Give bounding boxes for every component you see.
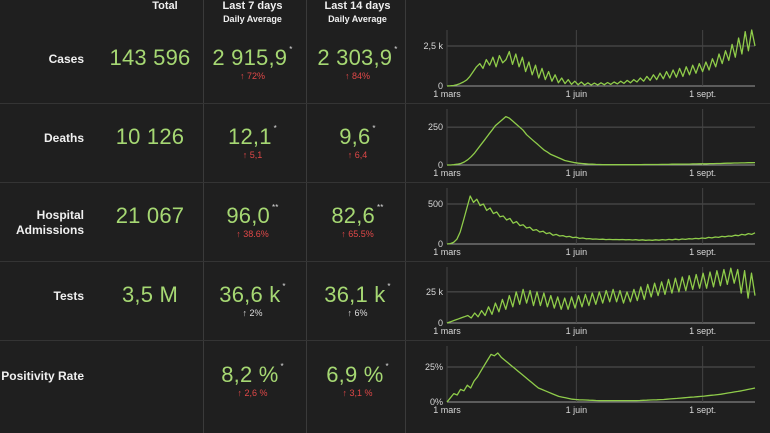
avg7-number: 8,2 % [221, 362, 279, 387]
avg14-number: 9,6 [339, 124, 371, 149]
footnote-mark: * [282, 282, 286, 291]
footnote-mark: * [280, 362, 284, 371]
x-tick-label: 1 mars [433, 168, 461, 178]
avg7-value: 12,1 * [205, 124, 300, 150]
avg14-value: 6,9 % * [310, 362, 405, 388]
cases-chart: 02,5 k1 mars 1 juin 1 sept. [423, 29, 756, 99]
avg7-change: ↑ 5,1 [242, 150, 263, 160]
avg14-value: 36,1 k * [310, 282, 405, 308]
y-tick-label: 500 [428, 199, 443, 209]
avg7-change: ↑ 2,6 % [237, 388, 268, 398]
avg7-number: 36,6 k [219, 282, 281, 307]
footnote-mark: * [385, 362, 389, 371]
total-value: 3,5 M [121, 282, 179, 307]
x-tick-label: 1 sept. [689, 168, 716, 178]
x-tick-label: 1 juin [566, 405, 588, 415]
avg14-number: 36,1 k [324, 282, 386, 307]
y-tick-label: 2,5 k [423, 41, 443, 51]
total-value: 143 596 [109, 45, 191, 70]
row-label-line: Hospital [36, 208, 84, 222]
x-tick-label: 1 mars [433, 405, 461, 415]
avg7-number: 2 915,9 [212, 45, 288, 70]
row-label-line: Cases [48, 52, 84, 66]
row-deaths: Deaths 10 126 12,1 * ↑ 5,1 9,6 * ↑ 6,4 0 25… [0, 103, 770, 182]
avg14-number: 6,9 % [326, 362, 384, 387]
hospital-admissions-chart: 05001 mars 1 juin 1 sept. [428, 188, 756, 257]
x-tick-label: 1 juin [566, 89, 588, 99]
x-tick-label: 1 juin [566, 247, 588, 257]
avg7-change: ↑ 2% [242, 308, 263, 318]
series-line [446, 195, 756, 245]
x-tick-label: 1 juin [566, 168, 588, 178]
row-label: Cases [49, 52, 84, 67]
row-label-line: Admissions [15, 223, 84, 237]
series-line [446, 267, 756, 324]
row-label-line: Positivity Rate [1, 369, 84, 383]
avg14-number: 82,6 [331, 203, 375, 228]
row-label: Deaths [44, 131, 84, 146]
avg14-value: 9,6 * [310, 124, 405, 150]
row-tests: Tests 3,5 M 36,6 k * ↑ 2% 36,1 k * ↑ 6% 02… [0, 261, 770, 340]
footnote-mark: * [289, 45, 293, 54]
footnote-mark: ** [376, 203, 384, 212]
y-tick-label: 25% [425, 362, 443, 372]
header-total: Total [120, 0, 210, 13]
avg7-change: ↑ 38.6% [236, 229, 269, 239]
avg14-change: ↑ 3,1 % [342, 388, 373, 398]
avg7-value: 36,6 k * [205, 282, 300, 308]
y-tick-label: 250 [428, 122, 443, 132]
x-tick-label: 1 sept. [689, 326, 716, 336]
avg14-value: 82,6 ** [310, 203, 405, 229]
avg7-value: 96,0 ** [205, 203, 300, 229]
tests-chart: 025 k1 mars 1 juin 1 sept. [426, 267, 756, 336]
x-tick-label: 1 mars [433, 89, 461, 99]
avg14-change: ↑ 6% [347, 308, 368, 318]
footnote-mark: * [372, 124, 376, 133]
row-label-line: Tests [53, 289, 84, 303]
y-tick-label: 25 k [426, 287, 444, 297]
x-tick-label: 1 sept. [689, 405, 716, 415]
avg7-value: 2 915,9 * [205, 45, 300, 71]
x-tick-label: 1 juin [566, 326, 588, 336]
row-label: Tests [54, 289, 84, 304]
row-label-line: Deaths [43, 131, 84, 145]
avg14-change: ↑ 84% [344, 71, 370, 81]
x-tick-label: 1 sept. [689, 89, 716, 99]
footnote-mark: ** [271, 203, 279, 212]
x-tick-label: 1 sept. [689, 247, 716, 257]
avg14-value: 2 303,9 * [310, 45, 405, 71]
avg14-change: ↑ 6,4 [347, 150, 368, 160]
x-tick-label: 1 mars [433, 326, 461, 336]
series-line [447, 115, 756, 166]
row-label: Positivity Rate [1, 369, 84, 384]
footnote-mark: * [394, 45, 398, 54]
footnote-mark: * [273, 124, 277, 133]
header-last14-label: Last 14 days [324, 0, 391, 12]
series-line [446, 29, 756, 87]
avg7-value: 8,2 % * [205, 362, 300, 388]
avg14-change: ↑ 65.5% [341, 229, 374, 239]
header-last7: Last 7 days Daily Average [205, 0, 300, 25]
header-last14: Last 14 days Daily Average [310, 0, 405, 25]
row-cases: Cases 143 596 2 915,9 * ↑ 72% 2 303,9 * ↑ … [0, 24, 770, 103]
avg7-change: ↑ 72% [239, 71, 265, 81]
footnote-mark: * [387, 282, 391, 291]
avg14-number: 2 303,9 [317, 45, 393, 70]
row-hospital-admissions: Hospital Admissions 21 067 96,0 ** ↑ 38.6… [0, 182, 770, 261]
header-last7-label: Last 7 days [222, 0, 283, 12]
row-positivity-rate: Positivity Rate 8,2 % * ↑ 2,6 % 6,9 % * ↑ … [0, 340, 770, 419]
deaths-chart: 02501 mars 1 juin 1 sept. [428, 109, 756, 178]
avg7-number: 96,0 [226, 203, 270, 228]
total-value: 21 067 [115, 203, 185, 228]
total-value: 10 126 [115, 124, 185, 149]
positivity-rate-chart: 0%25%1 mars 1 juin 1 sept. [425, 346, 756, 415]
avg7-number: 12,1 [228, 124, 272, 149]
row-label: Hospital Admissions [16, 208, 84, 238]
series-line [446, 352, 756, 403]
header-total-label: Total [152, 0, 178, 12]
x-tick-label: 1 mars [433, 247, 461, 257]
